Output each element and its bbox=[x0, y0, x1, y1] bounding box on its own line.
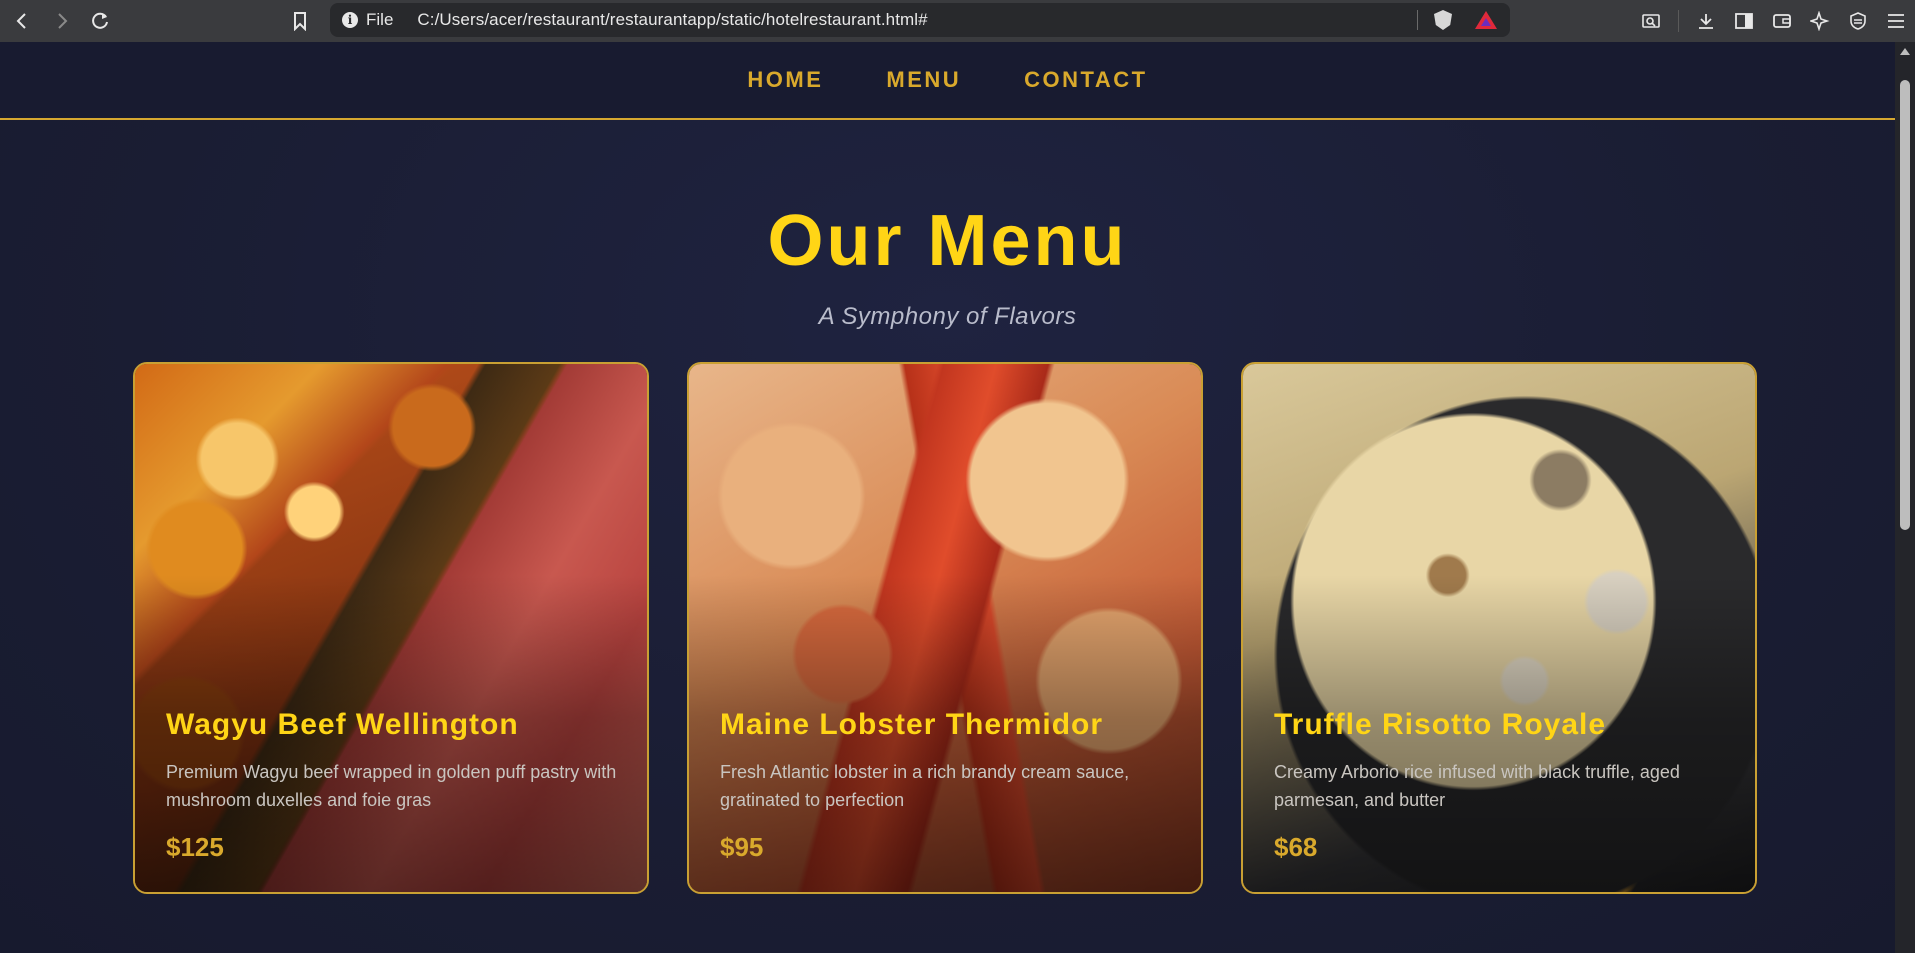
urlbar-divider bbox=[1417, 10, 1418, 30]
menu-button[interactable] bbox=[1877, 0, 1915, 42]
menu-item-price: $95 bbox=[720, 832, 764, 862]
site-nav: HOME MENU CONTACT bbox=[0, 42, 1895, 120]
sidebar-button[interactable] bbox=[1725, 0, 1763, 42]
forward-button[interactable] bbox=[47, 6, 77, 36]
info-icon[interactable]: i bbox=[342, 12, 358, 28]
leo-ai-button[interactable] bbox=[1801, 0, 1839, 42]
sidebar-icon bbox=[1735, 13, 1753, 29]
wallet-icon bbox=[1773, 14, 1791, 28]
menu-item-description: Premium Wagyu beef wrapped in golden puf… bbox=[166, 762, 617, 810]
menu-card-risotto[interactable]: Truffle Risotto Royale Creamy Arborio ri… bbox=[1241, 362, 1757, 894]
nav-menu-link[interactable]: MENU bbox=[886, 67, 961, 93]
bookmark-button[interactable] bbox=[285, 6, 315, 36]
back-button[interactable] bbox=[7, 6, 37, 36]
url-text[interactable]: C:/Users/acer/restaurant/restaurantapp/s… bbox=[417, 10, 927, 30]
brave-rewards-icon[interactable] bbox=[1475, 11, 1497, 29]
menu-item-price: $125 bbox=[166, 832, 224, 862]
leo-ai-icon bbox=[1810, 11, 1830, 31]
brave-shield-icon[interactable] bbox=[1434, 10, 1452, 30]
menu-item-price: $68 bbox=[1274, 832, 1318, 862]
screenshot-icon bbox=[1642, 14, 1660, 28]
chevron-right-icon bbox=[58, 13, 68, 29]
reload-button[interactable] bbox=[85, 6, 115, 36]
wallet-button[interactable] bbox=[1763, 0, 1801, 42]
bookmark-icon bbox=[294, 12, 306, 31]
address-bar[interactable]: i File C:/Users/acer/restaurant/restaura… bbox=[330, 3, 1510, 37]
page-title: Our Menu bbox=[767, 201, 1128, 281]
vpn-button[interactable] bbox=[1839, 0, 1877, 42]
reload-icon bbox=[92, 12, 108, 29]
toolbar-divider bbox=[1678, 10, 1679, 32]
menu-icon bbox=[1888, 14, 1904, 28]
vpn-icon bbox=[1850, 12, 1866, 30]
toolbar-right bbox=[1632, 0, 1915, 42]
menu-card-wagyu[interactable]: Wagyu Beef Wellington Premium Wagyu beef… bbox=[133, 362, 649, 894]
url-scheme: File bbox=[366, 10, 394, 29]
nav-contact-link[interactable]: CONTACT bbox=[1024, 67, 1147, 93]
menu-card-list: Wagyu Beef Wellington Premium Wagyu beef… bbox=[133, 362, 1757, 894]
scroll-up-arrow-icon[interactable] bbox=[1900, 48, 1910, 55]
menu-card-lobster[interactable]: Maine Lobster Thermidor Fresh Atlantic l… bbox=[687, 362, 1203, 894]
menu-item-description: Fresh Atlantic lobster in a rich brandy … bbox=[720, 762, 1130, 810]
browser-toolbar: i File C:/Users/acer/restaurant/restaura… bbox=[0, 0, 1915, 42]
chevron-left-icon bbox=[16, 13, 26, 29]
menu-item-name: Maine Lobster Thermidor bbox=[720, 708, 1104, 741]
download-icon bbox=[1699, 14, 1713, 29]
screenshot-button[interactable] bbox=[1632, 0, 1670, 42]
menu-hero: Our Menu A Symphony of Flavors bbox=[0, 205, 1895, 331]
scrollbar-thumb[interactable] bbox=[1900, 80, 1910, 530]
nav-home-link[interactable]: HOME bbox=[747, 67, 823, 93]
menu-item-name: Truffle Risotto Royale bbox=[1274, 708, 1607, 741]
download-button[interactable] bbox=[1687, 0, 1725, 42]
menu-item-description: Creamy Arborio rice infused with black t… bbox=[1274, 762, 1680, 810]
page-subtitle: A Symphony of Flavors bbox=[818, 303, 1077, 330]
page-scrollbar[interactable] bbox=[1895, 42, 1915, 953]
menu-item-name: Wagyu Beef Wellington bbox=[166, 708, 519, 741]
